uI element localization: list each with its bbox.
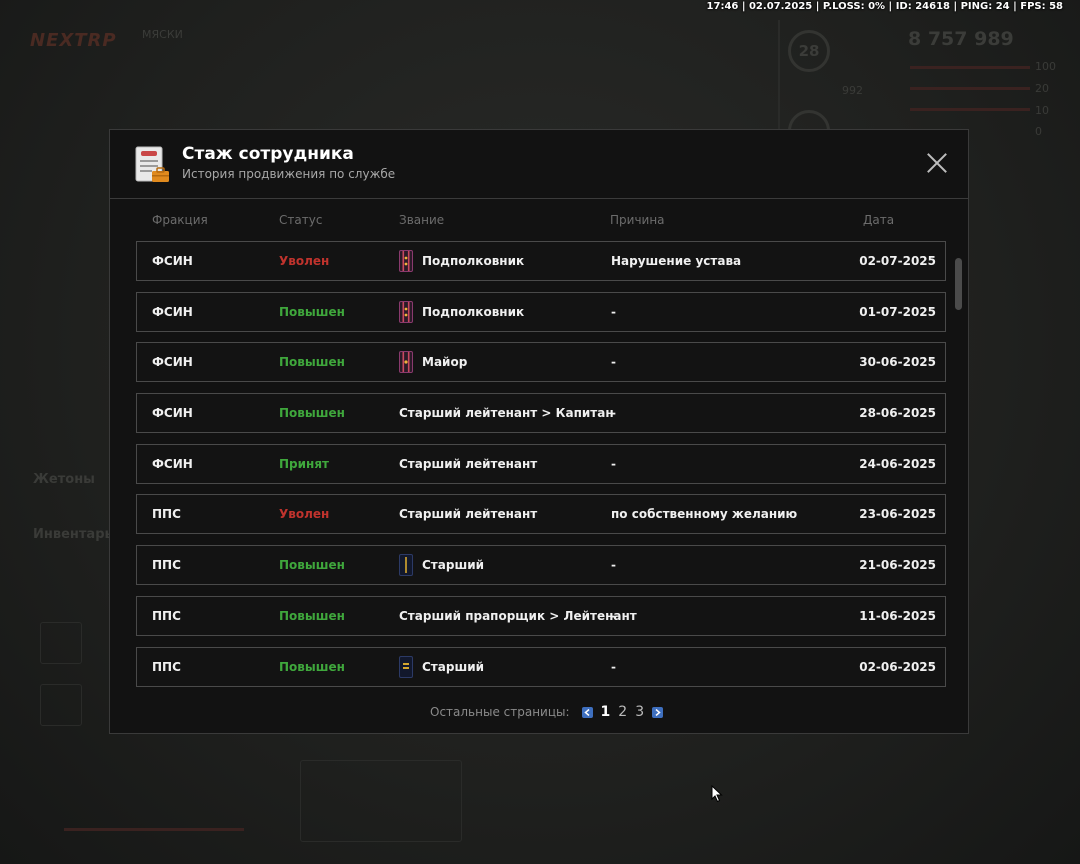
status-bar: 17:46 | 02.07.2025 | P.LOSS: 0% | ID: 24… [706,1,1063,12]
table-row: ФСИН Повышен Майор - 30-06-2025 [136,342,946,383]
rank-label: Старший лейтенант > Капитан [399,406,614,421]
table-row: ФСИН Принят Старший лейтенант - 24-06-20… [136,443,946,484]
rank-cell: Старший прапорщик > Лейтенант [399,597,637,635]
modal-header: Стаж сотрудника История продвижения по с… [110,130,968,199]
reason-cell: - [611,355,616,370]
page-3-button[interactable]: 3 [635,704,644,720]
rank-insignia-icon [399,554,413,577]
table-row: ФСИН Повышен Подполковник - 01-07-2025 [136,291,946,332]
status-cell: Принят [279,456,329,471]
faction-cell: ППС [152,608,181,623]
column-header-rank: Звание [399,213,445,227]
table-row: ФСИН Уволен Подполковник Нарушение устав… [136,241,946,281]
reason-cell: - [611,558,616,573]
rank-label: Старший [422,659,485,674]
date-cell: 02-07-2025 [859,254,936,268]
money-display: 8 757 989 [908,28,1014,50]
rank-cell: Старший [399,546,484,584]
reason-cell: - [611,456,616,471]
date-cell: 11-06-2025 [859,608,936,623]
chevron-right-icon [655,708,661,716]
reason-cell: - [611,406,616,421]
status-cell: Повышен [279,406,345,421]
status-cell: Повышен [279,608,345,623]
status-cell: Повышен [279,659,345,674]
rank-cell: Старший [399,648,484,686]
date-cell: 28-06-2025 [859,406,936,421]
reason-cell: Нарушение устава [611,254,742,268]
status-cell: Уволен [279,507,330,522]
pagination-label: Остальные страницы: [430,705,570,719]
mouse-cursor-icon [711,785,723,803]
faction-cell: ФСИН [152,406,193,421]
next-page-button[interactable] [652,706,664,718]
table-row: ФСИН Повышен Старший лейтенант > Капитан… [136,393,946,434]
rank-label: Майор [422,355,468,370]
status-cell: Повышен [279,304,345,319]
document-briefcase-icon [135,146,169,182]
faction-cell: ППС [152,558,181,573]
table-row: ППС Уволен Старший лейтенант по собствен… [136,494,946,535]
rank-cell: Старший лейтенант > Капитан [399,394,614,432]
rank-cell: Старший лейтенант [399,445,537,483]
status-cell: Повышен [279,558,345,573]
rank-cell: Старший лейтенант [399,495,537,533]
server-subtitle: МЯСКИ [142,28,183,41]
modal-title: Стаж сотрудника [182,144,354,164]
rank-label: Старший лейтенант [399,456,538,471]
rank-insignia-icon [399,655,413,678]
faction-cell: ФСИН [152,456,193,471]
faction-cell: ФСИН [152,304,193,319]
server-logo: NEXTRP [30,30,117,51]
page-2-button[interactable]: 2 [618,704,627,720]
reason-cell: - [611,304,616,319]
table-row: ППС Повышен Старший прапорщик > Лейтенан… [136,595,946,636]
rank-insignia-icon [399,351,413,374]
faction-cell: ППС [152,659,181,674]
reason-cell: по собственному желанию [611,507,798,522]
rank-cell: Подполковник [399,242,524,280]
faction-cell: ФСИН [152,254,193,268]
chevron-left-icon [583,708,590,716]
rank-cell: Подполковник [399,293,524,331]
rank-label: Старший лейтенант [399,507,538,522]
date-cell: 24-06-2025 [859,456,936,471]
service-history-modal: Стаж сотрудника История продвижения по с… [109,129,969,734]
rank-insignia-icon [399,300,413,323]
date-cell: 01-07-2025 [859,304,936,319]
faction-cell: ФСИН [152,355,193,370]
close-button[interactable] [926,152,948,174]
table-row: ППС Повышен Старший - 21-06-2025 [136,545,946,586]
rank-label: Подполковник [422,304,525,319]
column-header-status: Статус [279,213,323,227]
table-row: ППС Повышен Старший - 02-06-2025 [136,646,946,687]
faction-cell: ППС [152,507,181,522]
column-header-reason: Причина [610,213,665,227]
column-header-faction: Фракция [152,213,208,227]
column-header-date: Дата [863,213,895,227]
bg-tokens-label: Жетоны [33,472,95,487]
status-cell: Повышен [279,355,345,370]
date-cell: 02-06-2025 [859,659,936,674]
level-badge: 28 [788,30,830,72]
reason-cell: - [611,659,616,674]
date-cell: 21-06-2025 [859,558,936,573]
date-cell: 23-06-2025 [859,507,936,522]
rank-insignia-icon [399,250,413,272]
page-1-button[interactable]: 1 [601,704,611,720]
rank-cell: Майор [399,343,467,381]
scrollbar-thumb[interactable] [955,258,962,310]
pagination: Остальные страницы: 1 2 3 [430,703,667,721]
bg-inventory-label: Инвентарь [33,527,113,542]
history-table[interactable]: ФСИН Уволен Подполковник Нарушение устав… [136,241,946,688]
date-cell: 30-06-2025 [859,355,936,370]
rank-label: Старший прапорщик > Лейтенант [399,608,637,623]
rank-label: Подполковник [422,254,525,268]
status-cell: Уволен [279,254,330,268]
rank-label: Старший [422,558,485,573]
reason-cell: - [611,608,616,623]
modal-subtitle: История продвижения по службе [182,167,396,181]
prev-page-button[interactable] [581,706,593,718]
